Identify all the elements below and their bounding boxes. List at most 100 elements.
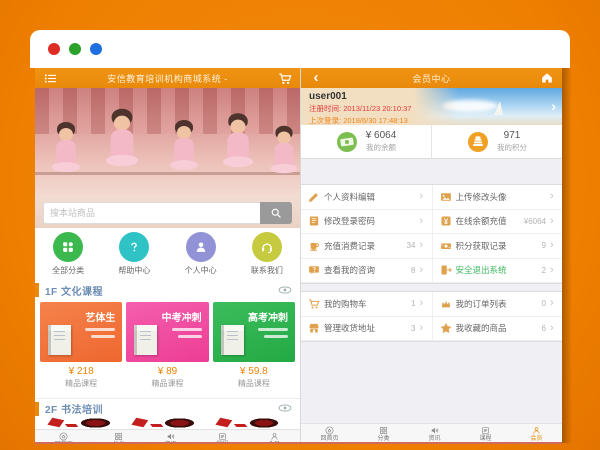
spacer xyxy=(301,284,562,291)
product-card-yitisheng[interactable]: 艺体生 xyxy=(40,302,122,362)
ballet-child-figure xyxy=(268,126,300,193)
tab-home[interactable]: 回首页 xyxy=(320,426,338,442)
balance-stat[interactable]: ¥ 6064我的余额 xyxy=(301,125,431,158)
section-divider xyxy=(35,392,300,399)
desktop-background: 安信教育培训机构商城系统 - 全部分类 xyxy=(0,0,600,450)
tab-courses[interactable]: 课程 xyxy=(479,426,491,442)
calligraphy-product-strip xyxy=(35,417,300,429)
chevron-right-icon xyxy=(420,191,427,202)
section-title: 2F 书法培训 xyxy=(45,401,103,416)
crown-icon xyxy=(440,298,452,310)
shop-icon xyxy=(308,322,320,334)
left-app-title: 安信教育培训机构商城系统 - xyxy=(58,72,277,85)
price-block[interactable]: ¥ 59.8精品课程 xyxy=(213,362,295,392)
menu-item-my-cart[interactable]: 我的购物车 1 xyxy=(301,292,432,317)
menu-item-consume-records[interactable]: 充值消费记录 34 xyxy=(301,234,432,259)
close-button[interactable] xyxy=(48,43,60,55)
spacer xyxy=(301,342,562,423)
price-block[interactable]: ¥ 218精品课程 xyxy=(40,362,122,392)
yen-icon xyxy=(440,215,452,227)
category-all[interactable]: 全部分类 xyxy=(40,232,96,276)
section-header-2f: 2F 书法培训 xyxy=(35,399,300,417)
back-icon[interactable] xyxy=(308,71,324,85)
feature-line xyxy=(85,328,115,331)
image-icon xyxy=(440,191,452,203)
right-app-title: 会员中心 xyxy=(324,72,539,85)
search-input[interactable] xyxy=(43,202,260,224)
tab-categories[interactable]: 分类 xyxy=(377,426,389,442)
minimize-button[interactable] xyxy=(69,43,81,55)
speaker-icon xyxy=(166,432,175,441)
chevron-right-icon xyxy=(550,298,557,309)
chevron-right-icon xyxy=(550,265,557,276)
menu-item-logout[interactable]: 安全退出系统 2 xyxy=(432,259,563,284)
category-help[interactable]: 帮助中心 xyxy=(106,232,162,276)
menu-item-favorites[interactable]: 我收藏的商品 6 xyxy=(432,317,563,342)
chevron-right-icon xyxy=(420,240,427,251)
calligraphy-product-image[interactable] xyxy=(45,417,121,429)
left-app-header: 安信教育培训机构商城系统 - xyxy=(35,68,300,88)
ballet-banner-image[interactable] xyxy=(35,88,300,228)
chevron-right-icon xyxy=(420,265,427,276)
pencil-icon xyxy=(308,191,320,203)
book-image xyxy=(221,325,244,355)
points-stat[interactable]: 971我的积分 xyxy=(431,125,562,158)
eye-icon[interactable] xyxy=(278,281,292,299)
section-title: 1F 文化课程 xyxy=(45,283,103,298)
menu-item-change-password[interactable]: 修改登录密码 xyxy=(301,210,432,235)
product-card-zhongkao[interactable]: 中考冲刺 xyxy=(126,302,208,362)
book-image xyxy=(48,325,71,355)
category-contact[interactable]: 联系我们 xyxy=(239,232,295,276)
person-icon xyxy=(532,426,541,435)
menu-item-profile-edit[interactable]: 个人资料编辑 xyxy=(301,185,432,210)
eye-icon[interactable] xyxy=(278,399,292,417)
stats-row: ¥ 6064我的余额 971我的积分 xyxy=(301,125,562,159)
ballet-child-figure xyxy=(102,109,141,190)
spacer xyxy=(301,159,562,184)
book-image xyxy=(134,325,157,355)
star-icon xyxy=(440,322,452,334)
calligraphy-product-image[interactable] xyxy=(214,417,290,429)
tab-member[interactable]: 会员 xyxy=(530,426,542,442)
ballet-child-figure xyxy=(220,113,257,189)
product-card-gaokao[interactable]: 高考冲刺 xyxy=(213,302,295,362)
right-app-header: 会员中心 xyxy=(301,68,562,88)
calligraphy-product-image[interactable] xyxy=(129,417,205,429)
left-screen-storefront: 安信教育培训机构商城系统 - 全部分类 xyxy=(35,68,300,443)
home-icon[interactable] xyxy=(539,71,555,85)
hamburger-menu-icon[interactable] xyxy=(42,71,58,85)
member-menu-group-2: 我的购物车 1 我的订单列表 0 管理收货地址 3 我收藏的商品 6 xyxy=(301,291,562,342)
category-personal[interactable]: 个人中心 xyxy=(173,232,229,276)
last-login-time: 上次登录: 2018/6/30 17:48:13 xyxy=(309,115,458,125)
category-shortcuts: 全部分类 帮助中心 个人中心 联系我们 xyxy=(35,228,300,280)
menu-item-order-list[interactable]: 我的订单列表 0 xyxy=(432,292,563,317)
maximize-button[interactable] xyxy=(90,43,102,55)
member-menu-group-1: 个人资料编辑 上传修改头像 修改登录密码 在线余额充值 ¥6064 xyxy=(301,184,562,284)
menu-item-recharge[interactable]: 在线余额充值 ¥6064 xyxy=(432,210,563,235)
menu-item-points-records[interactable]: 积分获取记录 9 xyxy=(432,234,563,259)
ballet-child-figure xyxy=(167,120,201,190)
consult-icon xyxy=(308,264,320,276)
product-card-row: 艺体生 中考冲刺 高考冲刺 xyxy=(35,300,300,362)
speaker-icon xyxy=(430,426,439,435)
headset-icon xyxy=(260,240,274,254)
cup-icon xyxy=(308,240,320,252)
tab-news[interactable]: 资讯 xyxy=(428,426,440,442)
menu-item-shipping-address[interactable]: 管理收货地址 3 xyxy=(301,317,432,342)
exit-icon xyxy=(440,264,452,276)
cart-header-icon[interactable] xyxy=(277,71,293,85)
price-block[interactable]: ¥ 89精品课程 xyxy=(126,362,208,392)
sailboat-image xyxy=(494,101,503,115)
user-banner[interactable]: user001 注册时间: 2013/11/23 20:10:37 上次登录: … xyxy=(301,88,562,125)
menu-item-my-consultations[interactable]: 查看我的咨询 8 xyxy=(301,259,432,284)
right-screen-member-center: 会员中心 user001 注册时间: 2013/11/23 20:10:37 上… xyxy=(300,68,562,443)
search-button[interactable] xyxy=(260,202,292,224)
feature-line xyxy=(178,335,202,338)
chevron-right-icon xyxy=(550,216,557,227)
window-inner-shadow xyxy=(562,68,572,443)
grid-icon xyxy=(379,426,388,435)
user-info-panel: user001 注册时间: 2013/11/23 20:10:37 上次登录: … xyxy=(301,88,458,125)
feature-line xyxy=(172,328,202,331)
chevron-right-icon xyxy=(420,216,427,227)
menu-item-upload-avatar[interactable]: 上传修改头像 xyxy=(432,185,563,210)
